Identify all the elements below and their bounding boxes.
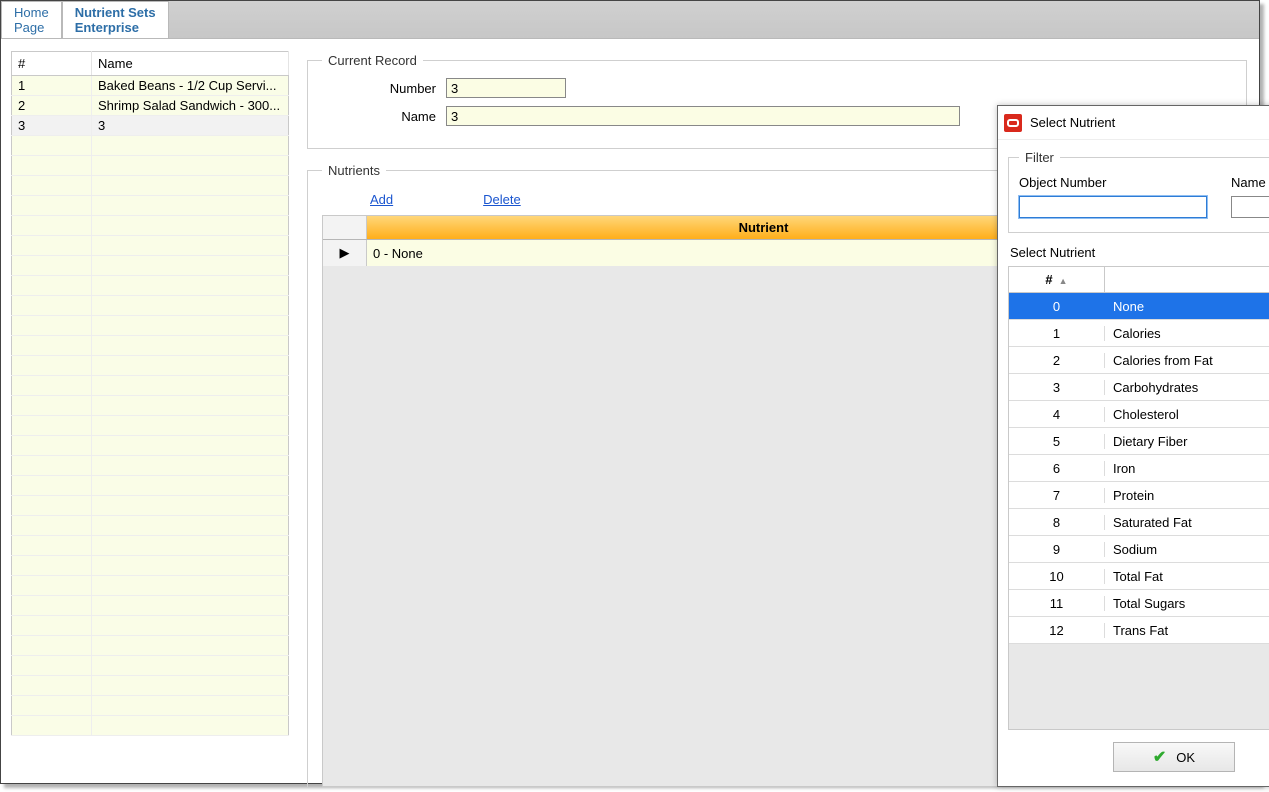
table-row-empty xyxy=(12,236,289,256)
table-row[interactable]: 2Shrimp Salad Sandwich - 300... xyxy=(12,96,289,116)
table-row-empty xyxy=(12,316,289,336)
number-input[interactable] xyxy=(446,78,566,98)
row-indicator-icon: ▶ xyxy=(323,240,367,266)
nutrient-set-list[interactable]: # Name 1Baked Beans - 1/2 Cup Servi...2S… xyxy=(11,51,289,736)
table-row[interactable]: 1Baked Beans - 1/2 Cup Servi... xyxy=(12,76,289,96)
grid-row-selector-header xyxy=(323,216,367,239)
table-row-empty xyxy=(12,556,289,576)
filter-legend: Filter xyxy=(1019,150,1060,165)
list-item[interactable]: 11Total Sugars xyxy=(1009,590,1269,617)
col-header-number[interactable]: #▲ xyxy=(1009,267,1105,292)
table-row-empty xyxy=(12,156,289,176)
grid-cell-nutrient[interactable]: 0 - None xyxy=(373,246,423,261)
select-nutrient-dialog: Select Nutrient ― ▢ ✕ Filter Object Numb… xyxy=(997,105,1269,787)
list-item[interactable]: 12Trans Fat xyxy=(1009,617,1269,644)
table-row-empty xyxy=(12,376,289,396)
table-row-empty xyxy=(12,696,289,716)
add-link[interactable]: Add xyxy=(370,192,393,207)
name-input[interactable] xyxy=(446,106,960,126)
list-item[interactable]: 6Iron xyxy=(1009,455,1269,482)
table-row-empty xyxy=(12,216,289,236)
sort-asc-icon: ▲ xyxy=(1059,276,1068,286)
list-item[interactable]: 4Cholesterol xyxy=(1009,401,1269,428)
table-row[interactable]: 33 xyxy=(12,116,289,136)
tab-strip: Home Page Nutrient Sets Enterprise xyxy=(1,1,1259,39)
table-row-empty xyxy=(12,616,289,636)
nutrients-legend: Nutrients xyxy=(322,163,386,178)
col-header-name[interactable]: Name xyxy=(1105,267,1269,292)
table-row-empty xyxy=(12,296,289,316)
table-row-empty xyxy=(12,456,289,476)
left-panel: # Name 1Baked Beans - 1/2 Cup Servi...2S… xyxy=(1,39,299,783)
list-item[interactable]: 2Calories from Fat xyxy=(1009,347,1269,374)
table-row-empty xyxy=(12,576,289,596)
number-label: Number xyxy=(322,81,436,96)
object-number-label: Object Number xyxy=(1019,175,1207,190)
table-row-empty xyxy=(12,396,289,416)
ok-label: OK xyxy=(1176,750,1195,765)
list-item[interactable]: 9Sodium xyxy=(1009,536,1269,563)
table-row-empty xyxy=(12,436,289,456)
main-panel: Current Record Number Name Nutrients Add… xyxy=(299,39,1259,783)
table-row-empty xyxy=(12,596,289,616)
table-row-empty xyxy=(12,536,289,556)
filter-name-label: Name xyxy=(1231,175,1269,190)
table-row-empty xyxy=(12,176,289,196)
table-row-empty xyxy=(12,196,289,216)
list-item[interactable]: 5Dietary Fiber xyxy=(1009,428,1269,455)
current-record-legend: Current Record xyxy=(322,53,423,68)
oracle-icon xyxy=(1004,114,1022,132)
list-item[interactable]: 8Saturated Fat xyxy=(1009,509,1269,536)
name-label: Name xyxy=(322,109,436,124)
filter-name-input[interactable] xyxy=(1231,196,1269,218)
table-row-empty xyxy=(12,336,289,356)
object-number-input[interactable] xyxy=(1019,196,1207,218)
dialog-titlebar[interactable]: Select Nutrient ― ▢ ✕ xyxy=(998,106,1269,140)
table-row-empty xyxy=(12,276,289,296)
list-item[interactable]: 10Total Fat xyxy=(1009,563,1269,590)
ok-button[interactable]: ✔ OK xyxy=(1113,742,1235,772)
table-row-empty xyxy=(12,416,289,436)
table-row-empty xyxy=(12,516,289,536)
check-icon: ✔ xyxy=(1153,747,1166,767)
table-row-empty xyxy=(12,476,289,496)
list-item[interactable]: 1Calories xyxy=(1009,320,1269,347)
table-row-empty xyxy=(12,656,289,676)
content-area: # Name 1Baked Beans - 1/2 Cup Servi...2S… xyxy=(1,39,1259,783)
table-row-empty xyxy=(12,716,289,736)
dialog-title: Select Nutrient xyxy=(1030,115,1269,130)
list-item[interactable]: 3Carbohydrates xyxy=(1009,374,1269,401)
filter-group: Filter Object Number Name xyxy=(1008,150,1269,233)
list-item[interactable]: 7Protein xyxy=(1009,482,1269,509)
table-row-empty xyxy=(12,676,289,696)
table-row-empty xyxy=(12,356,289,376)
tab-nutrient-sets-enterprise[interactable]: Nutrient Sets Enterprise xyxy=(62,1,169,38)
col-header-index[interactable]: # xyxy=(12,52,92,76)
table-row-empty xyxy=(12,256,289,276)
table-row-empty xyxy=(12,636,289,656)
app-window: Home Page Nutrient Sets Enterprise # Nam… xyxy=(0,0,1260,784)
table-row-empty xyxy=(12,496,289,516)
nutrient-select-table: #▲ Name 0None1Calories2Calories from Fat… xyxy=(1008,266,1269,730)
table-row-empty xyxy=(12,136,289,156)
delete-link[interactable]: Delete xyxy=(483,192,521,207)
col-header-name[interactable]: Name xyxy=(92,52,289,76)
list-item[interactable]: 0None xyxy=(1009,293,1269,320)
select-nutrient-label: Select Nutrient xyxy=(1010,245,1269,260)
tab-home-page[interactable]: Home Page xyxy=(1,1,62,38)
